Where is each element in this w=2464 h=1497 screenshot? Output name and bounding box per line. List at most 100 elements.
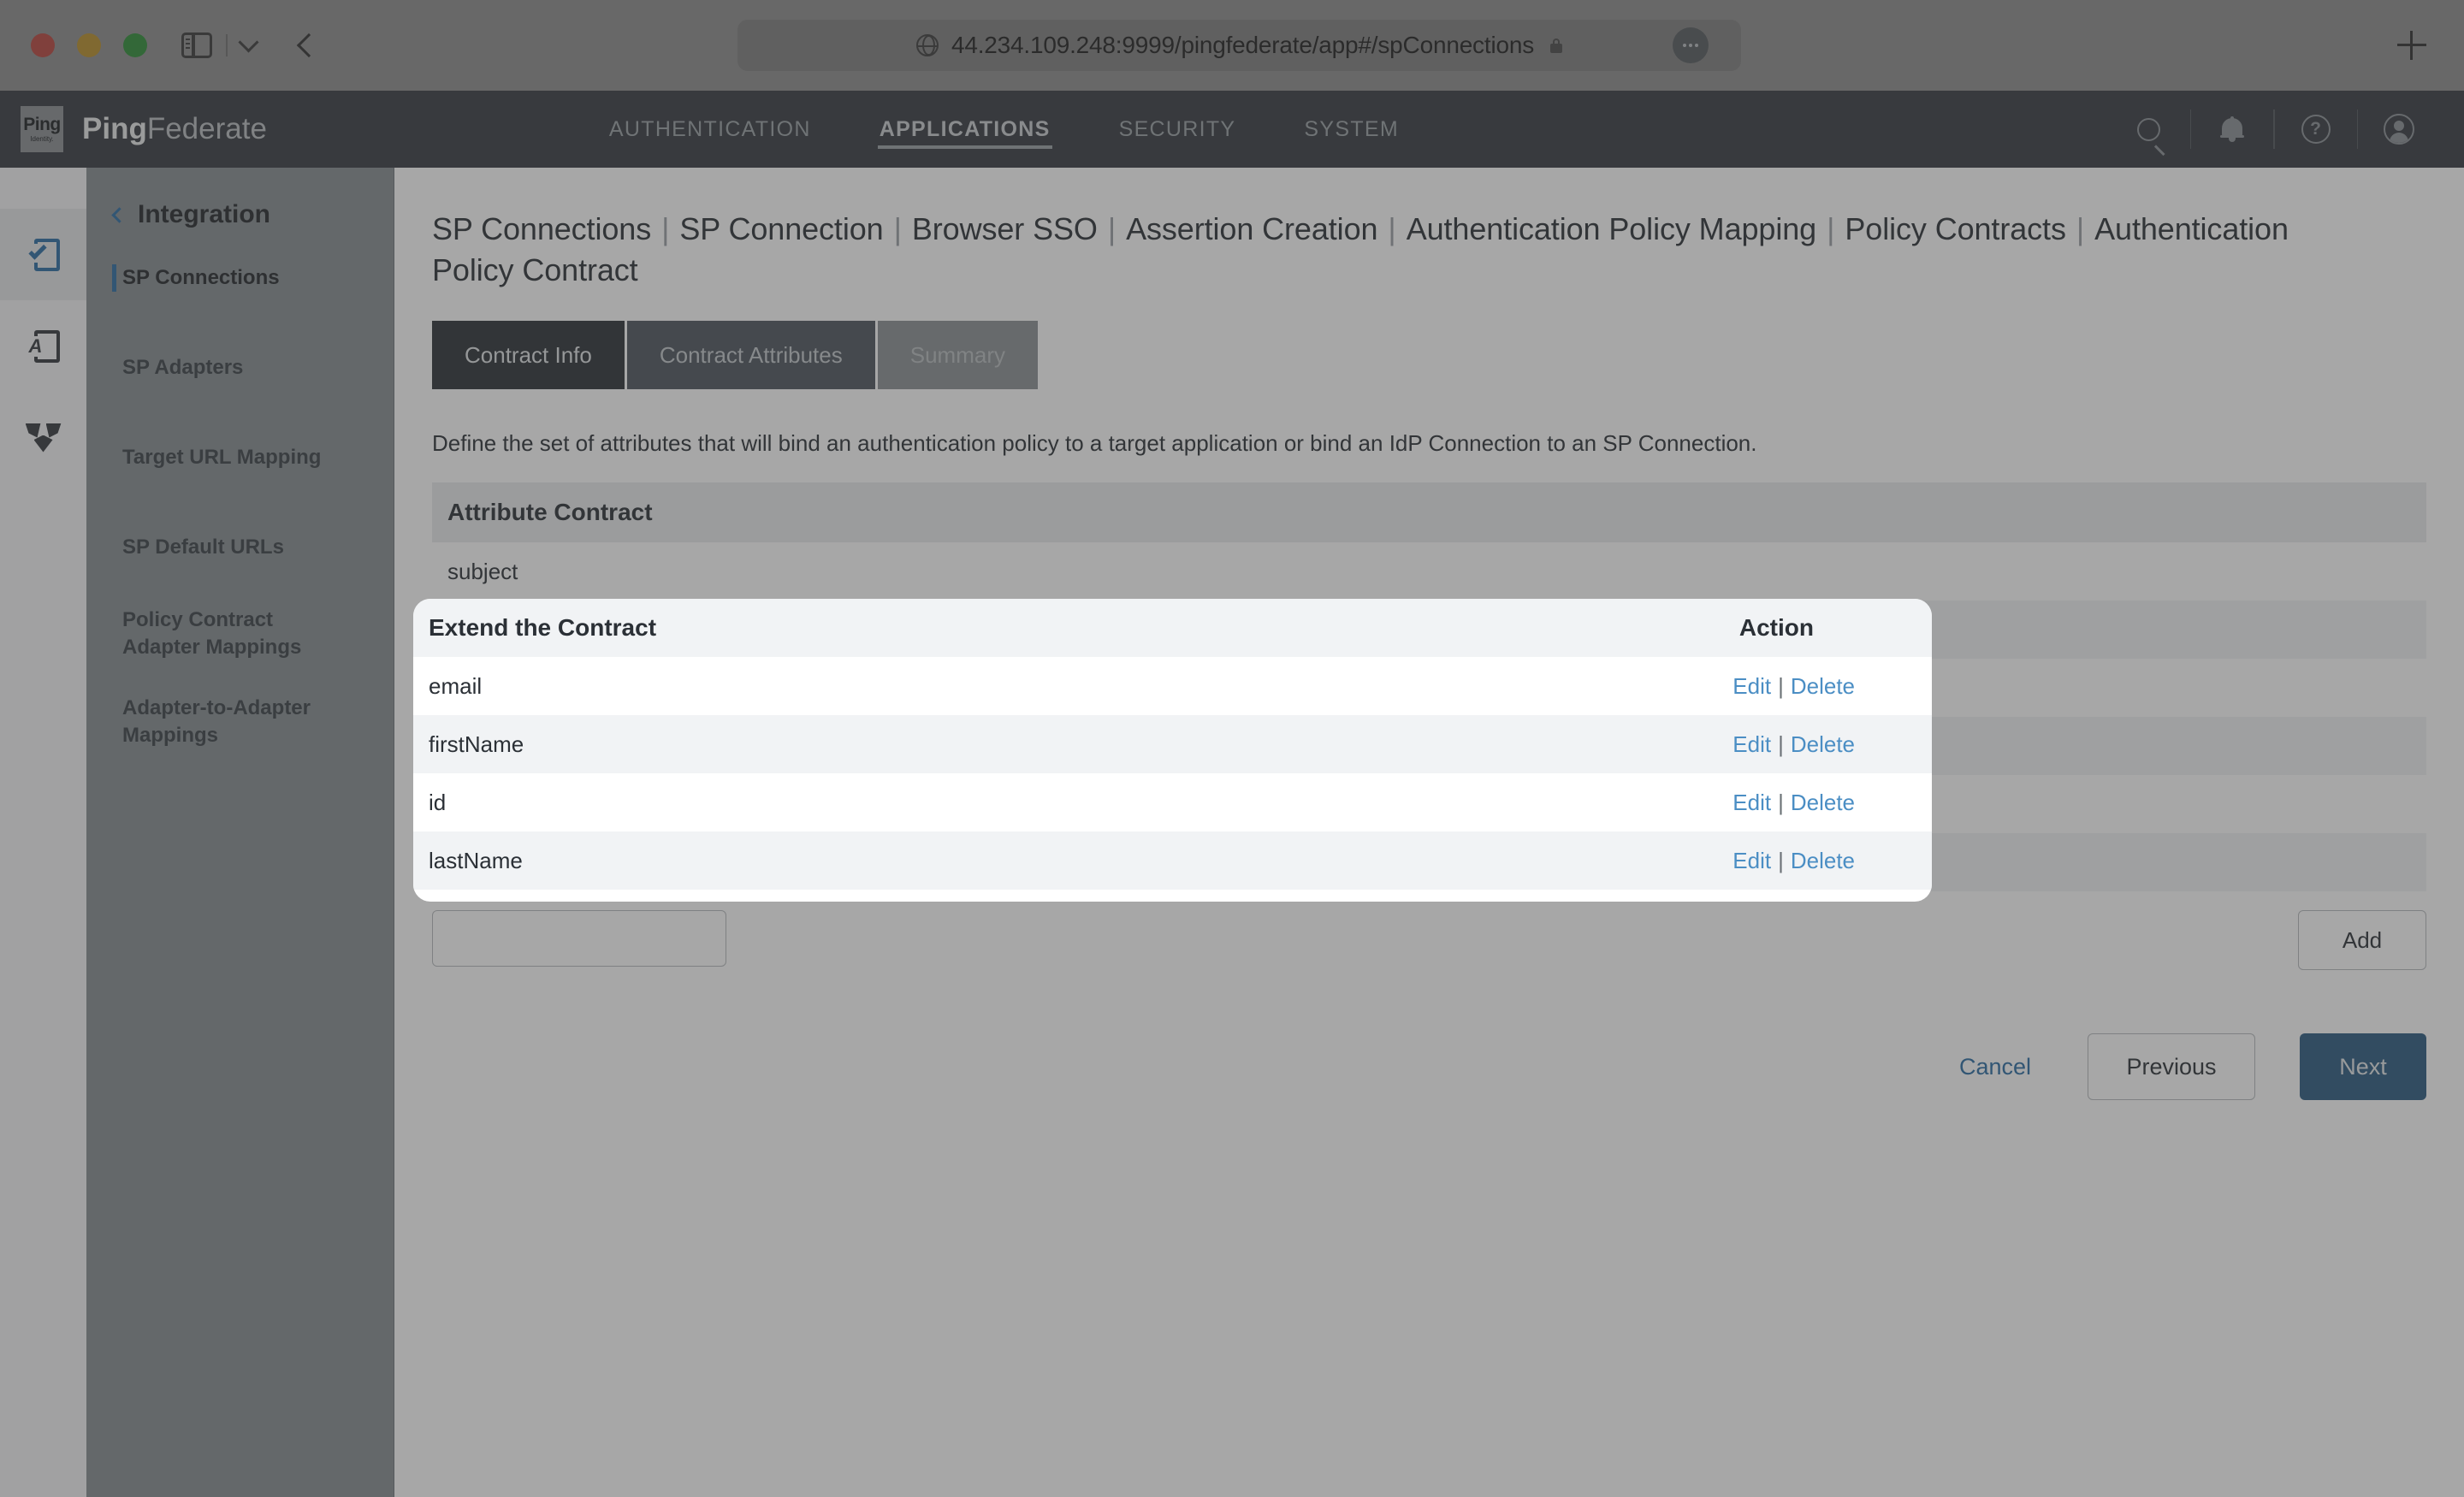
url-bar[interactable]: 44.234.109.248:9999/pingfederate/app#/sp… [737,20,1741,71]
delete-link[interactable]: Delete [1791,848,1855,873]
sidebar-item-label: Target URL Mapping [122,444,321,471]
sidebar-item-label: Adapter-to-Adapter Mappings [122,695,328,748]
brand-title: PingFederate [82,112,267,146]
attribute-name: email [429,673,482,700]
breadcrumb-separator: | [894,211,902,246]
sidebar-item-list: SP Connections SP Adapters Target URL Ma… [86,253,394,749]
user-avatar-icon[interactable] [2358,109,2440,150]
logo-mark-bottom: Identity. [30,136,53,143]
attribute-contract-title: Attribute Contract [447,499,653,526]
header-icon-group: ? [2108,109,2441,150]
attribute-name: firstName [429,731,524,758]
sidebar-toggle-icon[interactable] [181,33,212,58]
delete-link[interactable]: Delete [1791,673,1855,699]
rail-adapters-icon[interactable]: A [0,300,86,392]
edit-link[interactable]: Edit [1732,731,1771,757]
brand-light: Federate [147,112,267,145]
breadcrumb-separator: | [661,211,669,246]
row-actions: Edit | Delete [1732,731,1855,758]
lock-icon [1550,38,1562,53]
action-separator: | [1778,731,1784,757]
action-separator: | [1778,848,1784,873]
breadcrumb-separator: | [1108,211,1116,246]
icon-rail: A [0,168,86,1497]
action-separator: | [1778,790,1784,815]
attribute-contract-header: Attribute Contract [432,482,2426,542]
delete-link[interactable]: Delete [1791,790,1855,815]
ping-logo-icon: Ping Identity. [21,106,63,152]
browser-chrome: 44.234.109.248:9999/pingfederate/app#/sp… [0,0,2464,91]
add-button[interactable]: Add [2298,910,2426,970]
delete-link[interactable]: Delete [1791,731,1855,757]
breadcrumb-assertion-creation[interactable]: Assertion Creation [1126,211,1377,246]
breadcrumb-sp-connections[interactable]: SP Connections [432,211,651,246]
table-row: firstName Edit | Delete [413,715,1932,773]
window-traffic-lights[interactable] [31,33,147,57]
nav-security[interactable]: SECURITY [1085,91,1270,168]
tab-bar: Contract Info Contract Attributes Summar… [432,321,2464,389]
attribute-name: lastName [429,848,523,874]
breadcrumb-authentication-policy-mapping[interactable]: Authentication Policy Mapping [1407,211,1816,246]
tab-summary[interactable]: Summary [878,321,1038,389]
rail-connections-icon[interactable] [0,209,86,300]
bell-icon[interactable] [2191,109,2273,150]
table-row: subject [432,542,2426,601]
nav-system[interactable]: SYSTEM [1270,91,1433,168]
edit-link[interactable]: Edit [1732,790,1771,815]
nav-applications[interactable]: APPLICATIONS [845,91,1085,168]
edit-link[interactable]: Edit [1732,673,1771,699]
brand: Ping Identity. PingFederate [21,106,267,152]
rail-shield-icon[interactable] [0,392,86,483]
extend-contract-title: Extend the Contract [429,614,656,642]
table-row: id Edit | Delete [413,773,1932,831]
breadcrumb-policy-contracts[interactable]: Policy Contracts [1845,211,2066,246]
sidebar-item-label: SP Adapters [122,354,243,382]
sidebar-item-sp-connections[interactable]: SP Connections [86,253,394,303]
breadcrumb-sp-connection[interactable]: SP Connection [679,211,883,246]
search-icon[interactable] [2108,109,2190,150]
row-actions: Edit | Delete [1732,848,1855,874]
cancel-button[interactable]: Cancel [1959,1054,2031,1080]
sidebar-item-sp-default-urls[interactable]: SP Default URLs [86,523,394,572]
attribute-name: id [429,790,446,816]
attribute-name: subject [447,559,518,585]
new-attribute-input[interactable] [432,910,726,967]
sidebar-item-sp-adapters[interactable]: SP Adapters [86,343,394,393]
logo-mark-top: Ping [23,115,61,133]
breadcrumb-browser-sso[interactable]: Browser SSO [912,211,1098,246]
sidebar-item-policy-contract-adapter-mappings[interactable]: Policy Contract Adapter Mappings [86,606,394,660]
tab-contract-attributes[interactable]: Contract Attributes [627,321,875,389]
main-nav: AUTHENTICATION APPLICATIONS SECURITY SYS… [575,91,1433,168]
minimize-window-button[interactable] [77,33,101,57]
back-arrow-icon[interactable] [296,33,320,57]
table-row: email Edit|Delete [413,657,1932,715]
tab-contract-info[interactable]: Contract Info [432,321,625,389]
footer-actions: Cancel Previous Next [432,1033,2426,1100]
more-options-icon[interactable] [1673,27,1709,63]
table-row: lastName Edit | Delete [413,831,1932,890]
breadcrumb-separator: | [1388,211,1395,246]
next-button[interactable]: Next [2300,1033,2426,1100]
plus-icon[interactable] [2397,31,2426,60]
sidebar-item-target-url-mapping[interactable]: Target URL Mapping [86,433,394,482]
extend-contract-header: Extend the Contract Action [413,599,1932,657]
nav-authentication[interactable]: AUTHENTICATION [575,91,845,168]
sidebar-item-label: SP Default URLs [122,534,284,561]
sidebar-back-label: Integration [138,200,270,229]
sidebar-item-adapter-to-adapter-mappings[interactable]: Adapter-to-Adapter Mappings [86,695,394,748]
page-description: Define the set of attributes that will b… [432,430,2464,457]
chrome-divider [226,34,228,56]
url-text: 44.234.109.248:9999/pingfederate/app#/sp… [951,32,1534,59]
close-window-button[interactable] [31,33,55,57]
app-header: Ping Identity. PingFederate AUTHENTICATI… [0,91,2464,168]
extend-contract-spotlight: Extend the Contract Action email Edit|De… [413,599,1932,902]
maximize-window-button[interactable] [123,33,147,57]
edit-link[interactable]: Edit [1732,848,1771,873]
chevron-down-icon[interactable] [238,32,258,52]
chevron-left-icon [111,207,127,222]
sidebar-nav: Integration SP Connections SP Adapters T… [86,168,394,1497]
breadcrumb-separator: | [1827,211,1834,246]
sidebar-back-integration[interactable]: Integration [86,168,394,229]
previous-button[interactable]: Previous [2088,1033,2255,1100]
help-icon[interactable]: ? [2275,109,2357,150]
